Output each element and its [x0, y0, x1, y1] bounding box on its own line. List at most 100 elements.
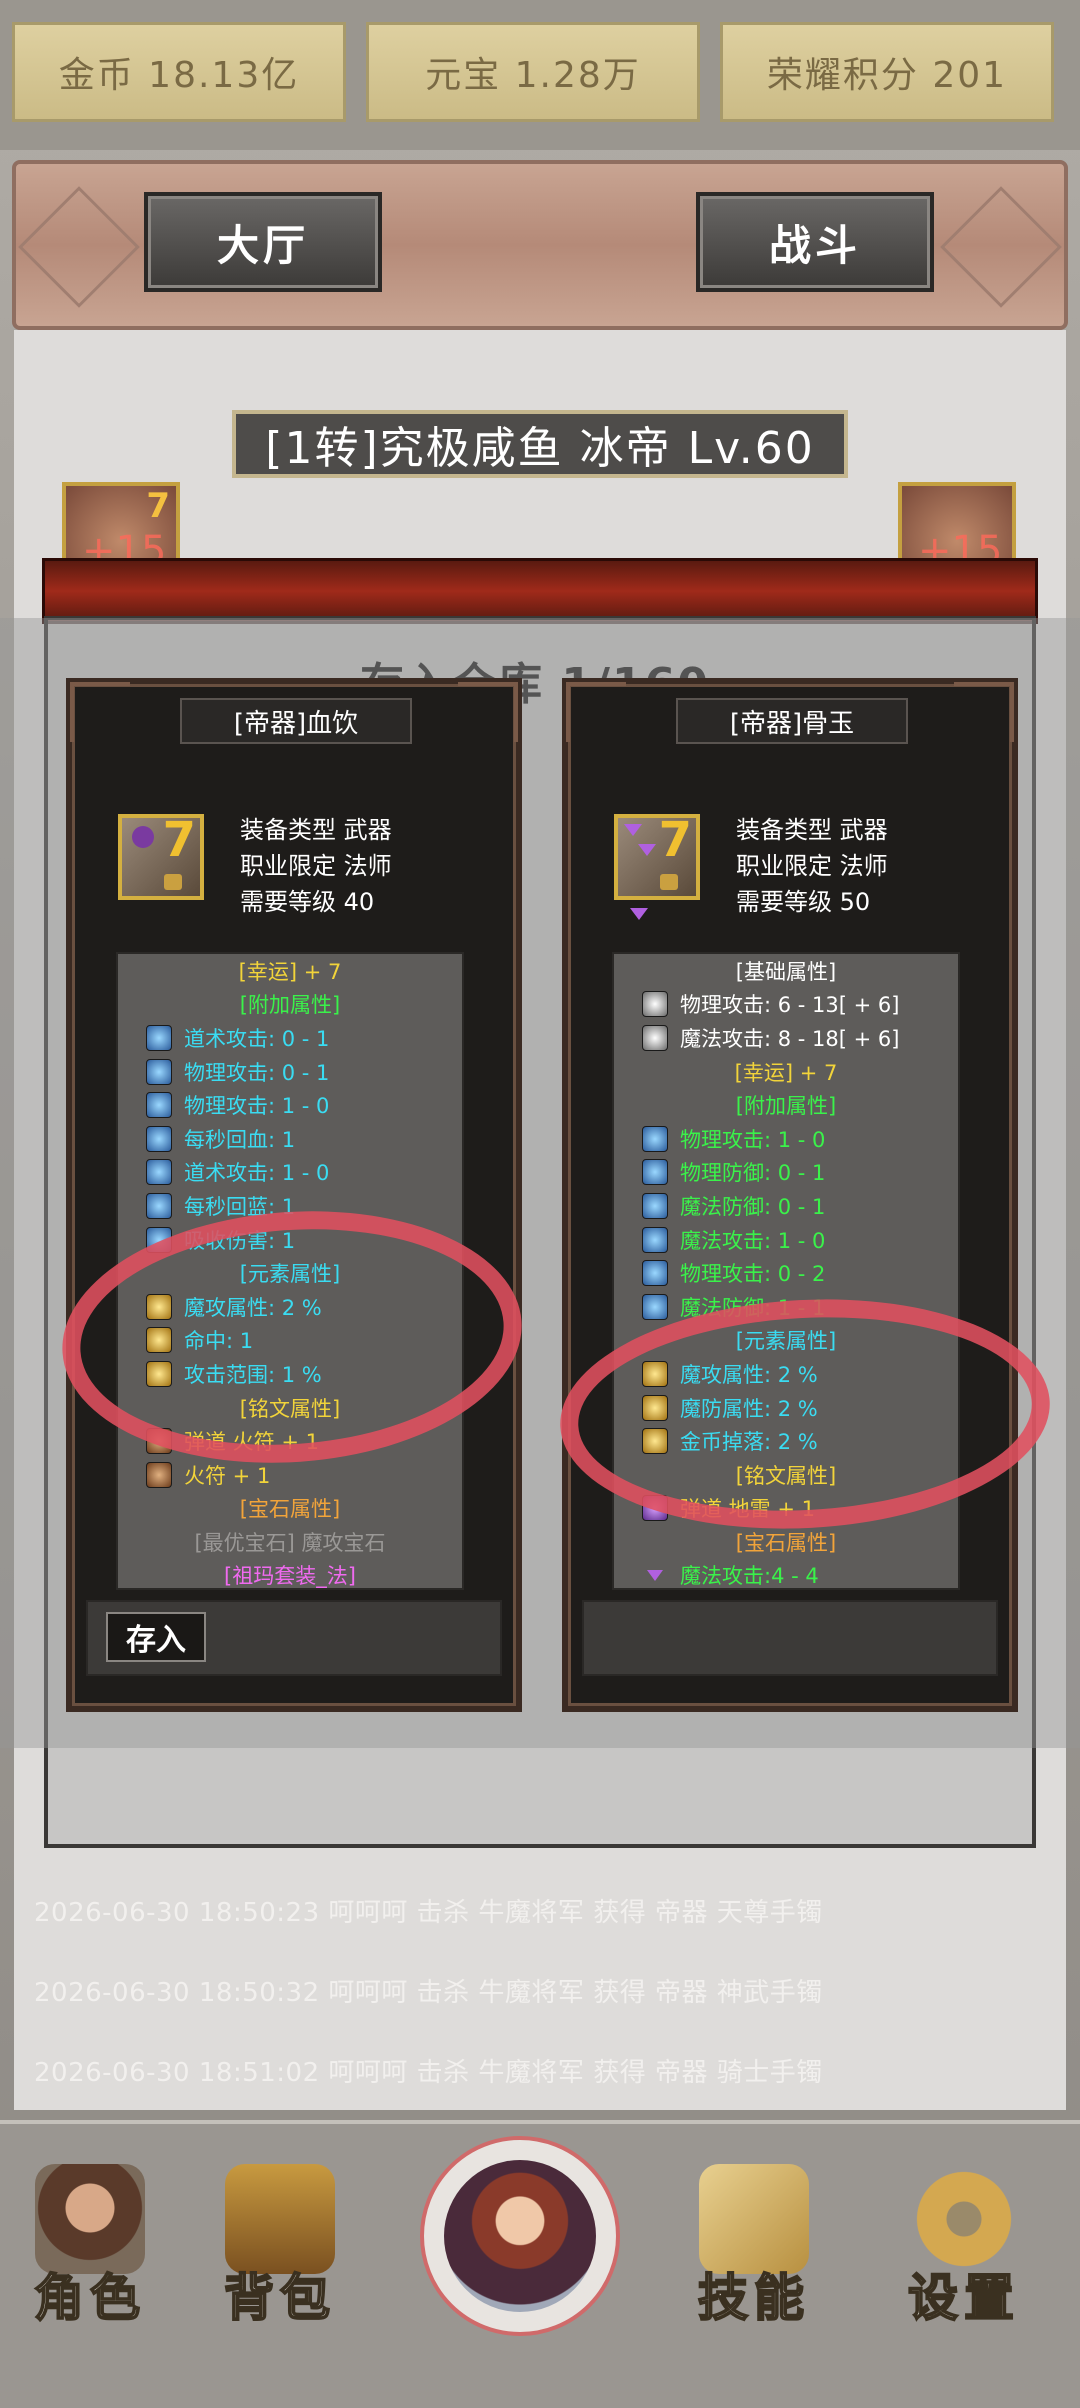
attribute-text: 物理攻击: 1 - 0 [680, 1127, 826, 1152]
equip-type: 装备类型 武器 [240, 816, 392, 844]
item-level-badge: 7 [162, 812, 196, 868]
attribute-icon [146, 1092, 172, 1119]
attribute-text: [幸运] + 7 [238, 959, 342, 984]
attribute-text: [祖玛套装_法] [224, 1564, 356, 1589]
nav-label: 背包 [223, 2267, 336, 2328]
gem-icon [624, 824, 642, 836]
lock-icon [164, 874, 182, 890]
attribute-section-header: [最优宝石] 魔攻宝石 [118, 1525, 462, 1559]
attribute-text: 道术攻击: 1 - 0 [184, 1161, 330, 1186]
equip-level: 7 [146, 486, 170, 526]
store-button[interactable]: 存入 [106, 1612, 206, 1662]
attribute-row: 魔法攻击:4 - 4 [614, 1559, 958, 1588]
log-entry: 2026-06-30 18:50:32 呵呵呵 击杀 牛魔将军 获得 帝器 神武… [34, 1977, 823, 2008]
attribute-section-header: [宝石属性] [614, 1525, 958, 1559]
gem-icon [630, 908, 648, 920]
attribute-section-header: [附加属性] [118, 988, 462, 1022]
avatar-portrait [444, 2160, 596, 2312]
attribute-text: [基础属性] [735, 959, 837, 984]
class-limit: 职业限定 法师 [736, 852, 888, 880]
attribute-text: 物理防御: 0 - 1 [680, 1161, 826, 1186]
gold-coin-display: 金币 18.13亿 [12, 22, 346, 122]
nav-label: 角色 [33, 2267, 146, 2328]
attribute-row: 魔法攻击: 1 - 0 [614, 1223, 958, 1257]
staff-icon: 7 [118, 812, 204, 900]
class-limit: 职业限定 法师 [240, 852, 392, 880]
battle-button[interactable]: 战斗 [696, 192, 934, 292]
log-entry: 2026-06-30 18:50:23 呵呵呵 击杀 牛魔将军 获得 帝器 天尊… [34, 1897, 823, 1928]
attribute-text: [最优宝石] 魔攻宝石 [194, 1530, 386, 1555]
attribute-section-header: [幸运] + 7 [118, 954, 462, 988]
attribute-icon [642, 1226, 668, 1253]
attribute-text: [宝石属性] [735, 1530, 837, 1555]
card-footer [582, 1600, 998, 1676]
ingot-display: 元宝 1.28万 [366, 22, 700, 122]
attribute-icon [642, 1125, 668, 1152]
attribute-text: 物理攻击: 1 - 0 [184, 1094, 330, 1119]
attribute-text: [幸运] + 7 [734, 1060, 838, 1085]
attribute-row: 道术攻击: 0 - 1 [118, 1021, 462, 1055]
attribute-text: 物理攻击: 6 - 13[ + 6] [680, 993, 900, 1018]
item-name: [帝器]骨玉 [676, 698, 908, 744]
attribute-icon [642, 1159, 668, 1186]
required-level: 需要等级 40 [240, 888, 375, 916]
attribute-text: [附加属性] [735, 1094, 837, 1119]
attribute-row: 物理攻击: 1 - 0 [614, 1122, 958, 1156]
item-level-badge: 7 [658, 812, 692, 868]
staff-icon: 7 [614, 812, 700, 900]
item-card-right: [帝器]骨玉 7 装备类型 武器 职业限定 法师 需要等级 50 [基础属性] 物… [562, 678, 1018, 1712]
attribute-text: 魔法攻击: 8 - 18[ + 6] [680, 1026, 900, 1051]
required-level: 需要等级 50 [736, 888, 871, 916]
attribute-icon [146, 1461, 172, 1488]
attribute-row: 物理攻击: 6 - 13[ + 6] [614, 988, 958, 1022]
attribute-row: 每秒回血: 1 [118, 1122, 462, 1156]
honor-points-display: 荣耀积分 201 [720, 22, 1054, 122]
item-name: [帝器]血饮 [180, 698, 412, 744]
attribute-row: 物理攻击: 1 - 0 [118, 1088, 462, 1122]
nav-character[interactable]: 角色 [0, 2154, 180, 2354]
nav-bag[interactable]: 背包 [190, 2154, 370, 2354]
frame-corner [954, 682, 1014, 742]
attribute-icon [642, 1024, 668, 1051]
attribute-icon [146, 1024, 172, 1051]
attribute-row: 物理防御: 0 - 1 [614, 1156, 958, 1190]
attribute-text: 物理攻击: 0 - 1 [184, 1060, 330, 1085]
attribute-icon [642, 1293, 668, 1320]
attribute-icon [146, 1125, 172, 1152]
attribute-text: 魔法防御: 0 - 1 [680, 1194, 826, 1219]
attribute-row: 物理攻击: 0 - 1 [118, 1055, 462, 1089]
attribute-icon [146, 1192, 172, 1219]
attribute-row: 物理攻击: 0 - 2 [614, 1256, 958, 1290]
modal-header-bar [42, 558, 1038, 624]
item-card-left: [帝器]血饮 7 装备类型 武器 职业限定 法师 需要等级 40 [幸运] + … [66, 678, 522, 1712]
nav-label: 技能 [697, 2267, 810, 2328]
nav-settings[interactable]: 设置 [874, 2154, 1054, 2354]
attribute-icon [146, 1159, 172, 1186]
attribute-row: 道术攻击: 1 - 0 [118, 1156, 462, 1190]
nav-banner: 大厅 战斗 [12, 160, 1068, 330]
attribute-text: [附加属性] [239, 993, 341, 1018]
lock-icon [660, 874, 678, 890]
hall-button[interactable]: 大厅 [144, 192, 382, 292]
attribute-text: 火符 + 1 [184, 1463, 271, 1488]
bottom-navigation: 角色 背包 技能 设置 [0, 2120, 1080, 2408]
nav-skills[interactable]: 技能 [664, 2154, 844, 2354]
currency-bar: 金币 18.13亿 元宝 1.28万 荣耀积分 201 [0, 0, 1080, 150]
attribute-section-header: [附加属性] [614, 1088, 958, 1122]
player-avatar[interactable] [420, 2136, 620, 2336]
attribute-section-header: [祖玛套装_法] [118, 1559, 462, 1589]
attribute-row: 魔法防御: 0 - 1 [614, 1189, 958, 1223]
gem-icon [638, 844, 656, 856]
frame-corner [566, 682, 626, 742]
attribute-icon [642, 1260, 668, 1287]
attribute-text: [宝石属性] [239, 1497, 341, 1522]
attribute-section-header: [基础属性] [614, 954, 958, 988]
attribute-text: 每秒回血: 1 [184, 1127, 296, 1152]
attribute-row: 魔法攻击: 8 - 18[ + 6] [614, 1021, 958, 1055]
drop-log: 2026-06-30 18:50:23 呵呵呵 击杀 牛魔将军 获得 帝器 天尊… [34, 1870, 1044, 2110]
attribute-icon [647, 1569, 663, 1581]
attribute-icon [642, 991, 668, 1018]
attribute-text: 道术攻击: 0 - 1 [184, 1026, 330, 1051]
equip-type: 装备类型 武器 [736, 816, 888, 844]
item-basic-info: 装备类型 武器 职业限定 法师 需要等级 40 [240, 812, 392, 920]
